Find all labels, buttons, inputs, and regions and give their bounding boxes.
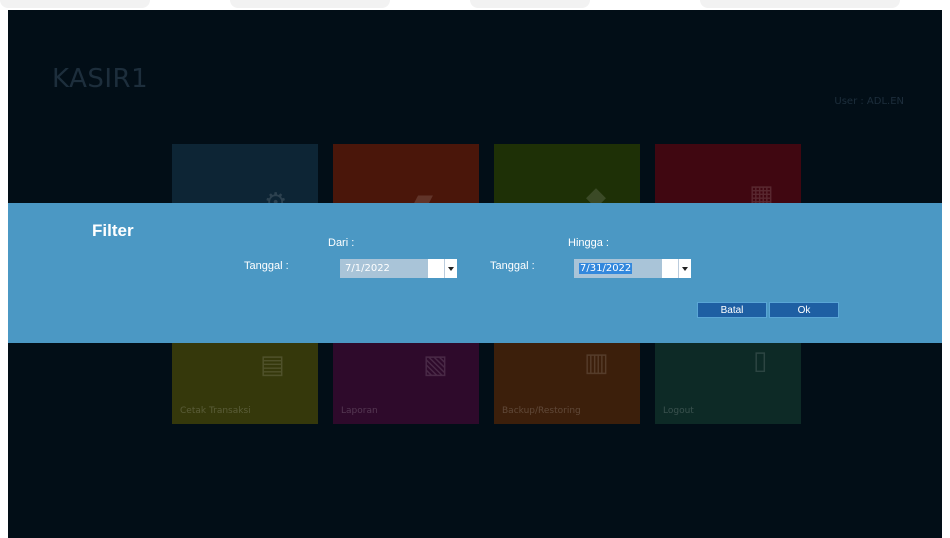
app-title: KASIR1 [52, 64, 149, 94]
tile-label: Laporan [341, 406, 378, 416]
ok-button[interactable]: Ok [769, 302, 839, 318]
hingga-date-text: 7/31/2022 [579, 263, 633, 274]
background-decoration [0, 0, 950, 10]
tanggal-label-hingga: Tanggal : [490, 260, 535, 272]
tile-laporan[interactable]: ▧ Laporan [333, 342, 479, 424]
filter-dialog: Filter Dari : Tanggal : 7/1/2022 Hingga … [8, 203, 942, 343]
tile-label: Cetak Transaksi [180, 406, 251, 416]
tile-logout[interactable]: ▯ Logout [655, 342, 801, 424]
dari-date-value[interactable]: 7/1/2022 [340, 259, 428, 278]
tanggal-label-dari: Tanggal : [244, 260, 289, 272]
user-label: User : ADL.EN [834, 96, 904, 107]
tile-cetak-transaksi[interactable]: ▤ Cetak Transaksi [172, 342, 318, 424]
tile-label: Backup/Restoring [502, 406, 581, 416]
filter-title: Filter [92, 221, 134, 240]
dari-date-picker[interactable]: 7/1/2022 [340, 259, 457, 278]
hingga-label: Hingga : [568, 237, 609, 249]
hingga-date-value[interactable]: 7/31/2022 [574, 259, 662, 278]
tile-backup-restoring[interactable]: ▥ Backup/Restoring [494, 342, 640, 424]
backup-icon: ▥ [584, 348, 609, 378]
hingga-dropdown-button[interactable] [678, 259, 691, 278]
dari-dropdown-button[interactable] [444, 259, 457, 278]
hingga-date-picker[interactable]: 7/31/2022 [574, 259, 691, 278]
batal-button[interactable]: Batal [697, 302, 767, 318]
door-icon: ▯ [753, 346, 768, 376]
app-window: KASIR1 User : ADL.EN ⚙ ▰ ◆ ▦ ▤ Cetak Tra… [8, 10, 942, 538]
report-icon: ▧ [423, 350, 448, 380]
printer-icon: ▤ [260, 350, 285, 380]
tile-label: Logout [663, 406, 694, 416]
dari-label: Dari : [328, 237, 355, 249]
